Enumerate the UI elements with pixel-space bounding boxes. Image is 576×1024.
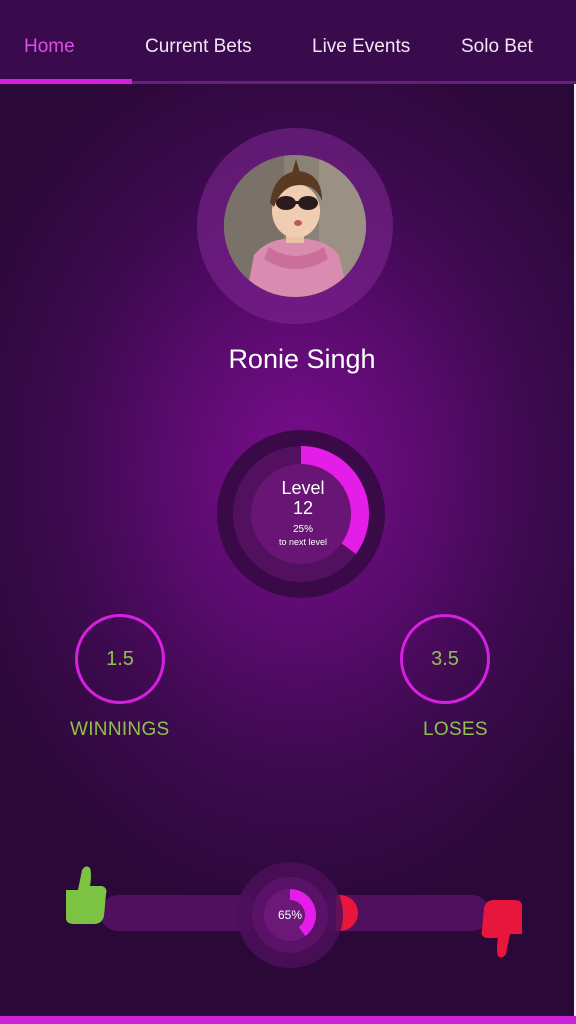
tab-live-events[interactable]: Live Events [312,36,410,58]
winnings-label: WINNINGS [70,719,170,740]
avatar[interactable] [224,155,366,297]
win-track [100,895,260,931]
active-tab-indicator [0,79,132,84]
avatar-photo [224,155,366,297]
level-next-label: to next level [278,537,328,547]
top-navigation: Home Current Bets Live Events Solo Bet [0,0,576,84]
bottom-bar [0,1016,576,1024]
level-info: Level 12 25% to next level [217,430,389,598]
ratio-value: 65% [277,908,303,922]
tab-home[interactable]: Home [24,36,75,58]
loses-label: LOSES [423,719,488,740]
loses-value: 3.5 [431,647,459,670]
thumbs-up-icon[interactable] [60,864,108,926]
tab-current-bets[interactable]: Current Bets [145,36,252,58]
profile-name: Ronie Singh [228,344,376,374]
loses-circle: 3.5 [400,614,490,704]
winnings-value: 1.5 [106,647,134,670]
winnings-circle: 1.5 [75,614,165,704]
level-percent: 25% [292,524,313,535]
level-number: 12 [292,498,314,518]
level-label: Level [281,478,325,498]
app-screen: Home Current Bets Live Events Solo Bet R… [0,0,576,1024]
thumbs-down-icon[interactable] [480,898,528,960]
tab-solo-bet[interactable]: Solo Bet [461,36,533,58]
